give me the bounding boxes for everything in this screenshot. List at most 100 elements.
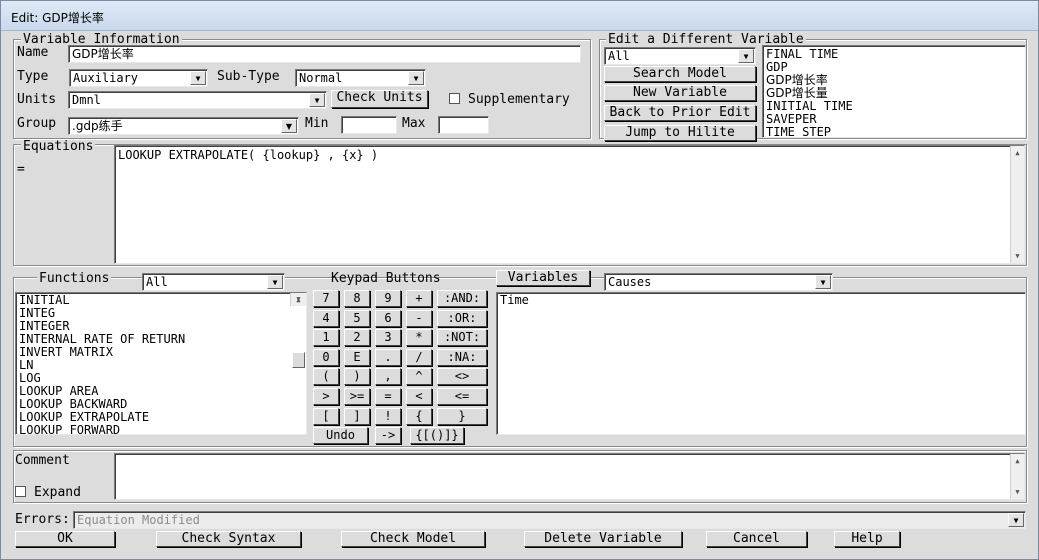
keypad-key[interactable]: <= — [437, 388, 487, 405]
functions-scrollbar[interactable]: ▲ ▼ — [290, 293, 306, 368]
keypad-key[interactable]: > — [313, 388, 339, 405]
undo-button[interactable]: Undo — [313, 427, 368, 445]
scroll-down-icon[interactable]: ▼ — [1011, 485, 1024, 499]
keypad-key[interactable]: [ — [313, 407, 339, 425]
keypad-key[interactable]: 8 — [344, 290, 370, 307]
check-units-button[interactable]: Check Units — [331, 90, 428, 108]
chevron-down-icon[interactable]: ▼ — [267, 275, 283, 289]
keypad-key[interactable]: 6 — [375, 309, 401, 327]
errors-value: Equation Modified — [77, 513, 200, 527]
keypad-key[interactable]: :NA: — [437, 348, 487, 366]
back-to-prior-edit-button[interactable]: Back to Prior Edit — [604, 105, 756, 121]
name-label: Name — [17, 45, 49, 60]
equation-scrollbar[interactable]: ▲ ▼ — [1010, 146, 1024, 263]
keypad-key[interactable]: :NOT: — [437, 329, 487, 347]
keypad-key[interactable]: ] — [344, 407, 370, 425]
equation-editor[interactable]: LOOKUP EXTRAPOLATE( {lookup} , {x} ) ▲ ▼ — [114, 145, 1025, 264]
keypad-key[interactable]: :OR: — [437, 309, 487, 327]
help-button[interactable]: Help — [834, 531, 900, 547]
keypad-key[interactable]: , — [375, 368, 401, 386]
scroll-thumb[interactable] — [292, 352, 305, 368]
subtype-select[interactable]: Normal ▼ — [295, 69, 426, 87]
keypad-key[interactable]: - — [406, 309, 432, 327]
keypad-key[interactable]: >= — [344, 388, 370, 405]
check-model-button[interactable]: Check Model — [341, 531, 485, 547]
units-select[interactable]: Dmnl ▼ — [68, 91, 327, 109]
chevron-down-icon[interactable]: ▼ — [281, 119, 297, 133]
keypad-key[interactable]: ! — [375, 407, 401, 425]
keypad-key[interactable]: ^ — [406, 368, 432, 386]
keypad-key[interactable]: ( — [313, 368, 339, 386]
cancel-button[interactable]: Cancel — [706, 531, 807, 547]
min-field[interactable] — [341, 116, 397, 134]
type-select[interactable]: Auxiliary ▼ — [69, 69, 208, 87]
brackets-key[interactable]: {[()]} — [410, 427, 464, 445]
scroll-up-icon[interactable]: ▲ — [1011, 454, 1024, 468]
expand-checkbox[interactable] — [15, 486, 26, 497]
supplementary-checkbox[interactable] — [449, 93, 460, 104]
functions-list[interactable]: INITIAL INTEG INTEGER INTERNAL RATE OF R… — [15, 292, 307, 435]
type-value: Auxiliary — [73, 71, 139, 85]
keypad-key[interactable]: ) — [344, 368, 370, 386]
comment-field[interactable]: ▲ ▼ — [114, 453, 1025, 500]
keypad-key[interactable]: } — [437, 407, 487, 425]
keypad-key[interactable]: 5 — [344, 309, 370, 327]
variables-list[interactable]: Time — [496, 292, 1026, 435]
list-item[interactable]: TIME STEP — [766, 126, 1025, 138]
list-item[interactable]: FINAL TIME — [766, 48, 1025, 61]
errors-field[interactable]: Equation Modified ▼ — [73, 511, 1026, 529]
chevron-down-icon[interactable]: ▼ — [738, 49, 754, 63]
title-bar[interactable]: Edit: GDP增长率 — [1, 1, 1038, 31]
keypad-key[interactable]: / — [406, 348, 432, 366]
keypad-key[interactable]: 9 — [375, 290, 401, 307]
variables-filter-select[interactable]: Causes ▼ — [604, 273, 833, 291]
variable-filter-value: All — [608, 49, 630, 63]
keypad-key[interactable]: { — [406, 407, 432, 425]
keypad-key[interactable]: 4 — [313, 309, 339, 327]
keypad-key[interactable]: 1 — [313, 329, 339, 347]
scroll-down-icon[interactable]: ▼ — [291, 293, 306, 306]
variables-button[interactable]: Variables — [496, 270, 590, 286]
keypad-key[interactable]: = — [375, 388, 401, 405]
list-item[interactable]: LOOKUP FORWARD — [19, 424, 306, 435]
window-title: Edit: GDP增长率 — [11, 11, 104, 25]
list-item[interactable]: Time — [500, 294, 1025, 307]
comment-scrollbar[interactable]: ▲ ▼ — [1010, 454, 1024, 499]
keypad-key[interactable]: 7 — [313, 290, 339, 307]
new-variable-button[interactable]: New Variable — [604, 85, 756, 101]
keypad-key[interactable]: 3 — [375, 329, 401, 347]
chevron-down-icon[interactable]: ▼ — [815, 275, 831, 289]
keypad-key[interactable]: * — [406, 329, 432, 347]
keypad-key[interactable]: . — [375, 348, 401, 366]
max-field[interactable] — [438, 116, 489, 134]
scroll-down-icon[interactable]: ▼ — [1011, 249, 1024, 263]
variable-filter-select[interactable]: All ▼ — [604, 47, 756, 65]
chevron-down-icon[interactable]: ▼ — [1008, 513, 1024, 527]
chevron-down-icon[interactable]: ▼ — [190, 71, 206, 85]
group-select[interactable]: .gdp练手 ▼ — [68, 117, 299, 135]
keypad-key[interactable]: <> — [437, 368, 487, 386]
list-item[interactable]: LN — [19, 359, 306, 372]
chevron-down-icon[interactable]: ▼ — [309, 93, 325, 107]
keypad-key[interactable]: 2 — [344, 329, 370, 347]
keypad-key[interactable]: E — [344, 348, 370, 366]
keypad-key[interactable]: 0 — [313, 348, 339, 366]
min-label: Min — [305, 116, 329, 131]
variable-list[interactable]: FINAL TIME GDP GDP增长率 GDP增长量 INITIAL TIM… — [762, 45, 1026, 138]
chevron-down-icon[interactable]: ▼ — [408, 71, 424, 85]
ok-button[interactable]: OK — [15, 531, 115, 547]
name-field[interactable]: GDP增长率 — [68, 45, 581, 63]
jump-to-hilite-button[interactable]: Jump to Hilite — [604, 125, 756, 141]
list-item[interactable]: INVERT MATRIX — [19, 346, 306, 359]
keypad-key[interactable]: + — [406, 290, 432, 307]
list-item[interactable]: INITIAL — [19, 294, 306, 307]
comment-label: Comment — [15, 453, 70, 468]
delete-variable-button[interactable]: Delete Variable — [524, 531, 682, 547]
search-model-button[interactable]: Search Model — [604, 66, 756, 82]
check-syntax-button[interactable]: Check Syntax — [156, 531, 301, 547]
keypad-key[interactable]: < — [406, 388, 432, 405]
arrow-key[interactable]: -> — [375, 427, 401, 445]
functions-filter-select[interactable]: All ▼ — [142, 273, 285, 291]
scroll-up-icon[interactable]: ▲ — [1011, 146, 1024, 160]
keypad-key[interactable]: :AND: — [437, 290, 487, 307]
